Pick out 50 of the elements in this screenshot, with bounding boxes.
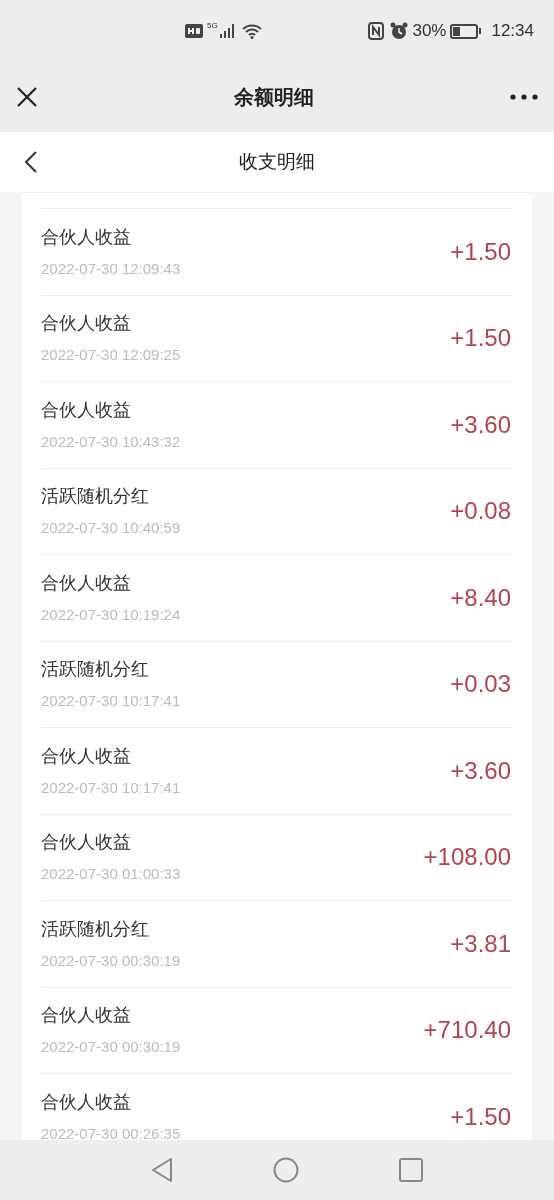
record-time: 2022-07-30 10:43:32 — [41, 431, 182, 452]
record-title: 合伙人收益 — [41, 1090, 132, 1114]
record-amount: +0.03 — [450, 669, 511, 700]
record-title: 活跃随机分红 — [41, 658, 150, 682]
record-amount: +710.40 — [423, 1015, 511, 1046]
record-title: 活跃随机分红 — [41, 917, 150, 941]
record-title: 合伙人收益 — [41, 1004, 132, 1028]
sub-title: 收支明细 — [238, 149, 316, 174]
record-amount: +1.50 — [450, 323, 511, 354]
record-title: 合伙人收益 — [41, 571, 132, 595]
record-amount: +108.00 — [423, 842, 511, 873]
record-title: 合伙人收益 — [41, 831, 132, 855]
recents-nav-icon[interactable] — [399, 1158, 423, 1182]
page-title: 余额明细 — [233, 85, 315, 110]
record-title: 合伙人收益 — [41, 312, 132, 336]
record-time: 2022-07-30 12:09:25 — [41, 345, 182, 366]
more-icon[interactable] — [510, 94, 538, 100]
record-title: 活跃随机分红 — [41, 485, 150, 509]
battery-icon — [450, 23, 482, 39]
record-amount: +3.60 — [450, 409, 511, 440]
record-time: 2022-07-30 01:00:33 — [41, 864, 182, 885]
nfc-icon — [368, 22, 385, 40]
record-time: 2022-07-30 10:19:24 — [41, 604, 182, 625]
record-time: 2022-07-30 10:17:41 — [41, 777, 182, 798]
record-amount: +1.50 — [450, 236, 511, 267]
hd-icon — [185, 24, 203, 38]
record-amount: +0.08 — [450, 496, 511, 527]
record-time: 2022-07-30 00:30:19 — [41, 1037, 182, 1058]
record-amount: +8.40 — [450, 582, 511, 613]
record-time: 2022-07-30 10:40:59 — [41, 518, 182, 539]
wifi-icon — [241, 23, 262, 39]
record-title: 合伙人收益 — [41, 225, 132, 249]
back-icon[interactable] — [24, 150, 38, 174]
record-time: 2022-07-30 12:09:43 — [41, 258, 182, 279]
record-title: 合伙人收益 — [41, 744, 132, 768]
home-nav-icon[interactable] — [273, 1157, 299, 1183]
signal-icon — [219, 24, 234, 38]
record-amount: +3.60 — [450, 755, 511, 786]
network-label: 5G — [207, 22, 218, 30]
record-amount: +3.81 — [450, 928, 511, 959]
alarm-icon — [390, 22, 409, 40]
record-title: 合伙人收益 — [41, 398, 132, 422]
record-time: 2022-07-30 00:26:35 — [41, 1123, 182, 1140]
record-time: 2022-07-30 10:17:41 — [41, 691, 182, 712]
clock: 12:34 — [491, 20, 534, 43]
close-icon[interactable] — [16, 86, 38, 108]
battery-percent: 30% — [412, 20, 447, 43]
back-nav-icon[interactable] — [151, 1157, 173, 1183]
record-amount: +1.50 — [450, 1101, 511, 1132]
record-time: 2022-07-30 00:30:19 — [41, 950, 182, 971]
